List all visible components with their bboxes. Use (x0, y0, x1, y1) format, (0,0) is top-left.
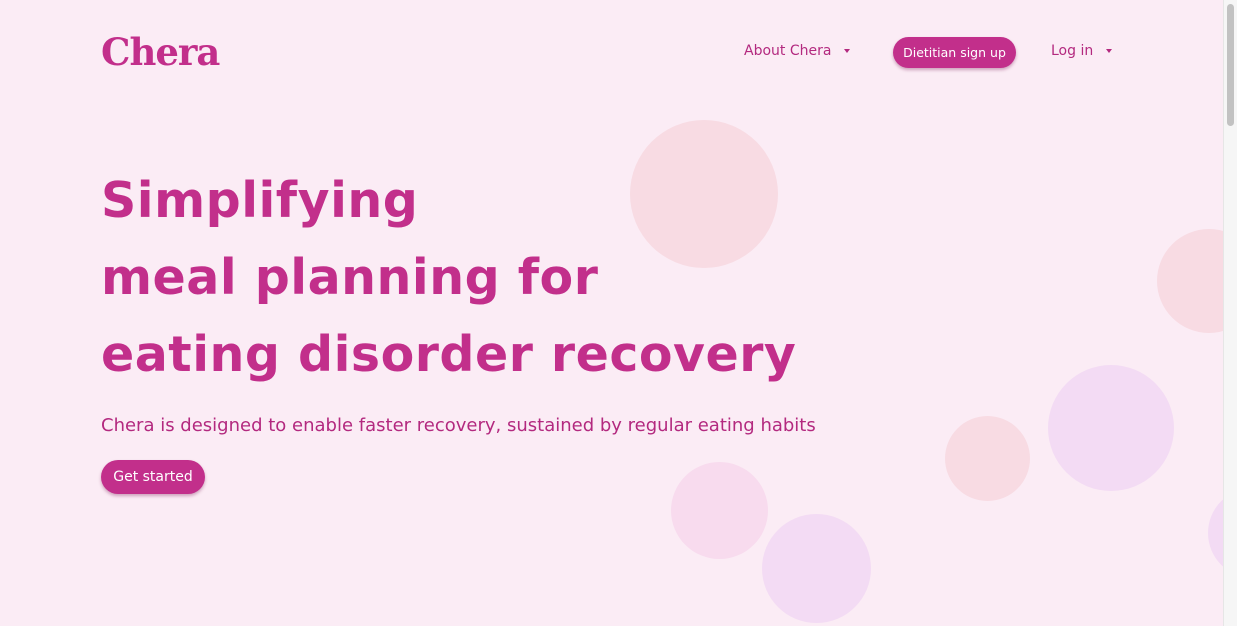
decorative-circle (630, 120, 778, 268)
nav-login-dropdown[interactable]: Log in (1051, 43, 1113, 59)
decorative-circle (671, 462, 768, 559)
get-started-button[interactable]: Get started (101, 460, 205, 494)
brand-logo[interactable]: Chera (101, 30, 220, 74)
hero-subtitle: Chera is designed to enable faster recov… (101, 415, 816, 436)
dietitian-signup-button[interactable]: Dietitian sign up (893, 37, 1016, 68)
decorative-circle (762, 514, 871, 623)
vertical-scrollbar[interactable] (1223, 0, 1237, 626)
hero-headline-line-3: eating disorder recovery (101, 326, 797, 383)
hero-headline-line-1: Simplifying (101, 172, 419, 229)
decorative-circle (945, 416, 1030, 501)
decorative-circle (1048, 365, 1174, 491)
nav-about-dropdown[interactable]: About Chera (744, 43, 851, 59)
nav-login-label: Log in (1051, 43, 1094, 59)
caret-down-icon (1106, 49, 1113, 53)
hero-headline-line-2: meal planning for (101, 249, 599, 306)
nav-about-label: About Chera (744, 43, 832, 59)
caret-down-icon (844, 49, 851, 53)
scrollbar-thumb[interactable] (1227, 4, 1234, 126)
landing-page: Chera About Chera Dietitian sign up Log … (0, 0, 1237, 626)
